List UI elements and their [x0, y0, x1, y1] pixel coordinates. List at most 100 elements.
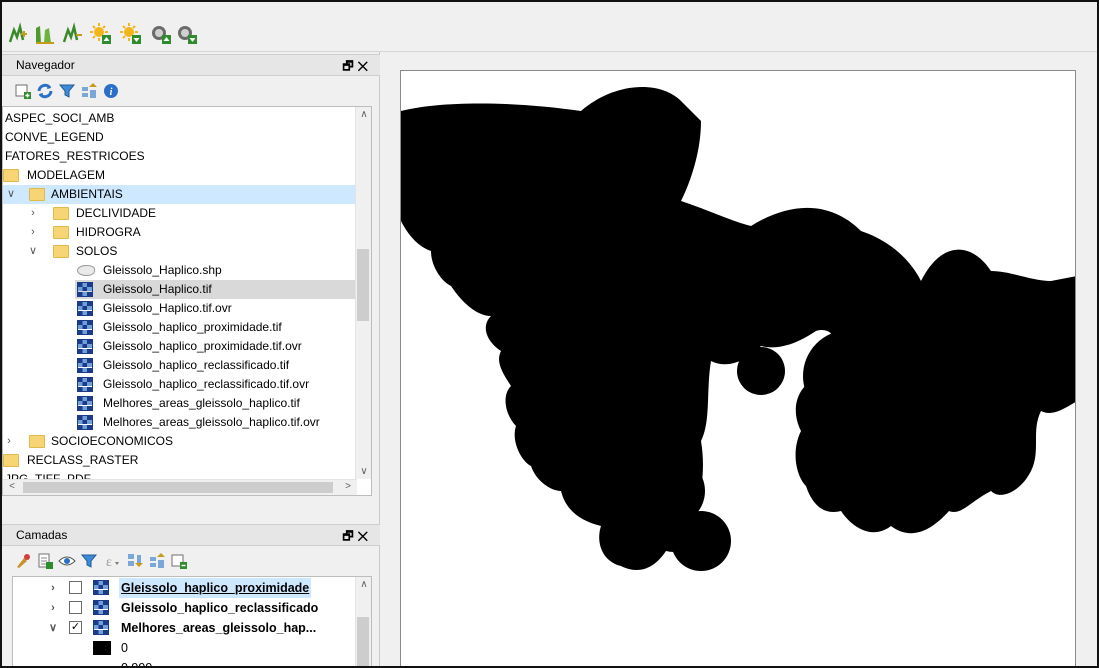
layer-row[interactable]: › Gleissolo_haplico_proximidade: [13, 578, 355, 598]
tree-item[interactable]: › SOCIOECONOMICOS: [3, 432, 357, 451]
scrollbar-thumb[interactable]: [357, 249, 369, 321]
style-icon[interactable]: [14, 552, 32, 570]
info-icon[interactable]: i: [102, 82, 120, 100]
layer-row[interactable]: ∨ ✓ Melhores_areas_gleissolo_hap...: [13, 618, 355, 638]
raster-calc-2-icon[interactable]: [60, 21, 86, 47]
close-icon[interactable]: ✕: [358, 59, 372, 73]
tree-item[interactable]: › HIDROGRA: [3, 223, 357, 242]
raster-icon: [77, 377, 93, 392]
chevron-right-icon[interactable]: ›: [47, 578, 59, 598]
add-group-icon[interactable]: [36, 552, 54, 570]
layers-vertical-scrollbar[interactable]: ∧: [355, 577, 371, 666]
scrollbar-thumb[interactable]: [357, 617, 369, 666]
tree-item[interactable]: MODELAGEM: [3, 166, 357, 185]
close-icon[interactable]: ✕: [358, 529, 372, 543]
raster-histogram-icon[interactable]: [32, 21, 58, 47]
svg-text:ε: ε: [106, 555, 112, 570]
layer-visibility-checkbox[interactable]: [69, 601, 82, 614]
raster-icon: [77, 282, 93, 297]
tree-item[interactable]: Gleissolo_Haplico.tif.ovr: [3, 299, 357, 318]
tree-item[interactable]: Gleissolo_haplico_proximidade.tif.ovr: [3, 337, 357, 356]
scrollbar-thumb[interactable]: [23, 482, 333, 493]
raster-toolbar: [2, 2, 1097, 52]
raster-icon: [77, 301, 93, 316]
layers-toolbar: ε: [2, 546, 380, 576]
folder-icon: [3, 454, 19, 467]
tree-item[interactable]: RECLASS_RASTER: [3, 451, 357, 470]
qgis-window: Navegador 🗗✕ i ASPEC_SOCI_AMB CONVE_LEGE…: [0, 0, 1099, 668]
chevron-right-icon[interactable]: ›: [3, 432, 15, 451]
raster-icon: [77, 358, 93, 373]
tree-item[interactable]: Gleissolo_haplico_reclassificado.tif: [3, 356, 357, 375]
dock-controls: 🗗✕: [342, 56, 372, 76]
chevron-down-icon[interactable]: ∨: [27, 242, 39, 261]
left-dock: Navegador 🗗✕ i ASPEC_SOCI_AMB CONVE_LEGE…: [2, 52, 380, 668]
visibility-icon[interactable]: [58, 552, 76, 570]
navigator-horizontal-scrollbar[interactable]: < >: [3, 479, 357, 495]
tree-item-highlighted[interactable]: Gleissolo_Haplico.tif: [75, 280, 357, 299]
raster-icon: [93, 600, 109, 615]
scroll-up-icon[interactable]: ∧: [357, 579, 371, 590]
raster-icon: [77, 320, 93, 335]
scroll-up-icon[interactable]: ∧: [357, 109, 371, 120]
refresh-icon[interactable]: [36, 82, 54, 100]
chevron-down-icon[interactable]: ∨: [47, 618, 59, 638]
hillshade-up-icon[interactable]: [88, 21, 114, 47]
tree-item[interactable]: FATORES_RESTRICOES: [3, 147, 357, 166]
raster-icon: [77, 396, 93, 411]
tree-item[interactable]: CONVE_LEGEND: [3, 128, 357, 147]
filter-icon[interactable]: [80, 552, 98, 570]
navigator-title: Navegador: [16, 58, 75, 72]
layer-down-icon[interactable]: [174, 21, 200, 47]
chevron-right-icon[interactable]: ›: [27, 204, 39, 223]
folder-icon: [3, 169, 19, 182]
layer-visibility-checkbox[interactable]: ✓: [69, 621, 82, 634]
chevron-down-icon[interactable]: ∨: [5, 185, 17, 204]
folder-icon: [53, 226, 69, 239]
tree-item[interactable]: › DECLIVIDADE: [3, 204, 357, 223]
layers-title-bar: Camadas 🗗✕: [2, 524, 380, 546]
shapefile-icon: [77, 265, 95, 276]
navigator-vertical-scrollbar[interactable]: ∧ ∨: [355, 107, 371, 479]
tree-item[interactable]: Gleissolo_Haplico.shp: [3, 261, 357, 280]
expression-filter-icon[interactable]: ε: [102, 552, 120, 570]
tree-item[interactable]: Melhores_areas_gleissolo_haplico.tif.ovr: [3, 413, 357, 432]
svg-text:i: i: [110, 87, 113, 98]
legend-swatch-black: [93, 641, 111, 655]
legend-item: 0.999: [121, 661, 153, 668]
scroll-right-icon[interactable]: >: [341, 481, 355, 492]
raster-calc-icon[interactable]: [6, 21, 32, 47]
map-canvas[interactable]: [400, 70, 1076, 666]
tree-item[interactable]: ASPEC_SOCI_AMB: [3, 109, 357, 128]
folder-icon: [53, 245, 69, 258]
navigator-toolbar: i: [2, 76, 380, 106]
float-icon[interactable]: 🗗: [342, 59, 357, 73]
tree-item[interactable]: ∨ SOLOS: [3, 242, 357, 261]
filter-icon[interactable]: [58, 82, 76, 100]
hillshade-down-icon[interactable]: [118, 21, 144, 47]
tree-item[interactable]: Melhores_areas_gleissolo_haplico.tif: [3, 394, 357, 413]
tree-item[interactable]: Gleissolo_haplico_reclassificado.tif.ovr: [3, 375, 357, 394]
raster-icon: [77, 415, 93, 430]
layer-visibility-checkbox[interactable]: [69, 581, 82, 594]
folder-icon: [29, 188, 45, 201]
scroll-down-icon[interactable]: ∨: [357, 466, 371, 477]
remove-icon[interactable]: [170, 552, 188, 570]
chevron-right-icon[interactable]: ›: [27, 223, 39, 242]
collapse-all-icon[interactable]: [148, 552, 166, 570]
layer-up-icon[interactable]: [148, 21, 174, 47]
layer-row[interactable]: › Gleissolo_haplico_reclassificado: [13, 598, 355, 618]
expand-all-icon[interactable]: [126, 552, 144, 570]
chevron-right-icon[interactable]: ›: [47, 598, 59, 618]
tree-item-selected[interactable]: ∨ AMBIENTAIS: [3, 185, 357, 204]
navigator-title-bar: Navegador 🗗✕: [2, 54, 380, 76]
scroll-left-icon[interactable]: <: [5, 481, 19, 492]
folder-icon: [53, 207, 69, 220]
raster-icon: [77, 339, 93, 354]
folder-icon: [29, 435, 45, 448]
collapse-all-icon[interactable]: [80, 82, 98, 100]
raster-map: [401, 87, 1075, 571]
tree-item[interactable]: Gleissolo_haplico_proximidade.tif: [3, 318, 357, 337]
add-selected-icon[interactable]: [14, 82, 32, 100]
float-icon[interactable]: 🗗: [342, 529, 357, 543]
